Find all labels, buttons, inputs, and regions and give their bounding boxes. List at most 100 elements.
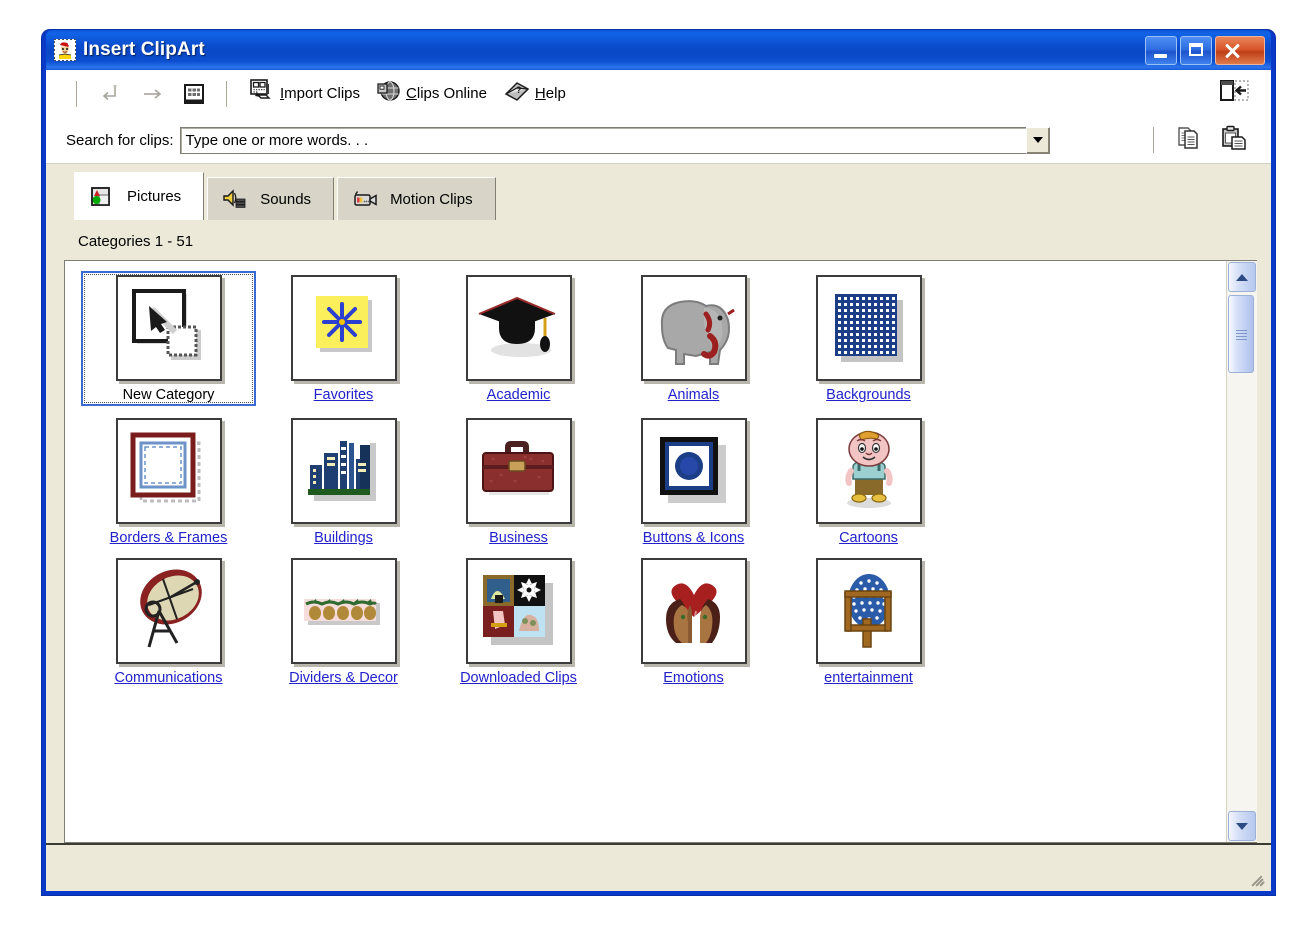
grip-icon: [1235, 329, 1247, 340]
entertainment-icon: [815, 558, 922, 665]
category-item-buttons-icons[interactable]: Buttons & Icons: [606, 414, 781, 547]
window-title: Insert ClipArt: [83, 39, 205, 60]
category-browser: New Category Favorites Academic Animals …: [64, 260, 1257, 843]
help-rest: elp: [545, 85, 566, 102]
category-label: Emotions: [663, 670, 724, 687]
change-window-button[interactable]: [1211, 77, 1257, 111]
category-item-borders-frames[interactable]: Borders & Frames: [81, 414, 256, 547]
category-label: New Category: [122, 387, 215, 403]
help-button[interactable]: ? Help: [495, 77, 574, 111]
category-item-favorites[interactable]: Favorites: [256, 271, 431, 406]
chevron-up-icon: [1236, 273, 1248, 281]
vertical-scrollbar[interactable]: [1226, 261, 1257, 842]
tab-motion-clips[interactable]: Motion Clips: [337, 177, 496, 220]
category-count-label: Categories 1 - 51: [46, 220, 1271, 260]
search-combo[interactable]: Type one or more words. . .: [179, 126, 1026, 154]
toolbar-right-group: [1211, 70, 1257, 117]
svg-text:?: ?: [516, 85, 522, 95]
search-dropdown-button[interactable]: [1025, 126, 1050, 154]
category-label: Downloaded Clips: [460, 670, 577, 687]
category-label: Cartoons: [839, 529, 898, 546]
category-label: entertainment: [824, 670, 913, 687]
category-grid: New Category Favorites Academic Animals …: [65, 271, 1226, 687]
resize-grip[interactable]: [1250, 871, 1268, 889]
category-label: Animals: [667, 387, 720, 403]
tab-sounds-label: Sounds: [260, 190, 312, 208]
communications-icon: [115, 558, 222, 665]
help-accel: H: [534, 85, 546, 102]
copy-icon: [1175, 125, 1203, 156]
paste-icon: [1219, 125, 1249, 156]
import-clips-icon: [248, 78, 276, 109]
scrollbar-track[interactable]: [1227, 293, 1257, 810]
toolbar-region: Import Clips Clips Online ? Help Search …: [46, 70, 1271, 164]
scroll-up-button[interactable]: [1228, 262, 1256, 292]
clips-online-button[interactable]: Clips Online: [368, 77, 495, 111]
title-bar[interactable]: Insert ClipArt: [46, 30, 1271, 70]
search-label: Search for clips:: [66, 131, 174, 149]
toolbar-separator: [76, 80, 78, 107]
new-category-icon: [115, 275, 222, 381]
category-item-emotions[interactable]: Emotions: [606, 554, 781, 687]
category-label: Borders & Frames: [109, 529, 228, 546]
tab-pictures-label: Pictures: [127, 188, 182, 205]
copy-button[interactable]: [1167, 123, 1211, 157]
category-item-animals[interactable]: Animals: [606, 271, 781, 406]
scroll-down-button[interactable]: [1228, 811, 1256, 841]
category-label: Favorites: [313, 387, 374, 403]
import-clips-button[interactable]: Import Clips: [240, 77, 368, 111]
tab-sounds[interactable]: Sounds: [207, 177, 335, 220]
clips-online-rest: lips Online: [416, 85, 487, 102]
tab-pictures[interactable]: Pictures: [74, 172, 205, 220]
content-panel: Categories 1 - 51 New Category Favorites…: [46, 220, 1271, 891]
backgrounds-icon: [815, 275, 922, 381]
search-input[interactable]: Type one or more words. . .: [181, 132, 1026, 149]
help-book-icon: ?: [503, 79, 531, 108]
forward-button[interactable]: [132, 77, 174, 111]
toolbar-separator-2: [226, 80, 228, 107]
favorites-icon: [290, 275, 397, 381]
category-item-new-category[interactable]: New Category: [81, 271, 256, 406]
main-toolbar: Import Clips Clips Online ? Help: [46, 70, 1271, 117]
category-label: Buildings: [314, 529, 373, 546]
chevron-down-icon: [1032, 137, 1043, 143]
cartoons-icon: [815, 417, 922, 524]
window-controls: [1145, 35, 1265, 65]
paste-button[interactable]: [1211, 123, 1257, 157]
category-item-business[interactable]: Business: [431, 414, 606, 547]
category-item-cartoons[interactable]: Cartoons: [781, 414, 956, 547]
scrollbar-thumb[interactable]: [1228, 295, 1254, 373]
close-button[interactable]: [1215, 35, 1265, 65]
category-label: Dividers & Decor: [289, 670, 398, 687]
downloaded-clips-icon: [465, 558, 572, 665]
clips-online-accel: C: [406, 85, 417, 102]
clipboard-buttons: [1141, 117, 1257, 163]
back-button[interactable]: [90, 77, 132, 111]
search-row: Search for clips: Type one or more words…: [46, 117, 1271, 163]
all-categories-grid-icon: [182, 83, 206, 105]
borders-frames-icon: [115, 417, 222, 524]
category-item-dividers-decor[interactable]: Dividers & Decor: [256, 554, 431, 687]
back-arrow-icon: [98, 83, 124, 105]
category-item-downloaded-clips[interactable]: Downloaded Clips: [431, 554, 606, 687]
buildings-icon: [290, 417, 397, 524]
maximize-button[interactable]: [1180, 35, 1212, 65]
category-item-academic[interactable]: Academic: [431, 271, 606, 406]
category-scroll-area: New Category Favorites Academic Animals …: [65, 261, 1226, 842]
pictures-icon: [89, 186, 115, 208]
category-item-entertainment[interactable]: entertainment: [781, 554, 956, 687]
buttons-icons-icon: [640, 417, 747, 524]
all-categories-button[interactable]: [174, 77, 214, 111]
change-to-small-window-icon: [1219, 78, 1249, 109]
category-item-buildings[interactable]: Buildings: [256, 414, 431, 547]
clips-online-globe-icon: [376, 79, 402, 108]
category-item-backgrounds[interactable]: Backgrounds: [781, 271, 956, 406]
dividers-decor-icon: [290, 558, 397, 665]
academic-icon: [465, 275, 572, 381]
tab-strip: Pictures Sounds Motion Clips: [46, 164, 1271, 220]
category-item-communications[interactable]: Communications: [81, 554, 256, 687]
category-label: Communications: [114, 670, 223, 687]
insert-clipart-window: Insert ClipArt Import Clips Clips Online…: [42, 30, 1275, 895]
minimize-button[interactable]: [1145, 35, 1177, 65]
client-area: Import Clips Clips Online ? Help Search …: [46, 70, 1271, 891]
